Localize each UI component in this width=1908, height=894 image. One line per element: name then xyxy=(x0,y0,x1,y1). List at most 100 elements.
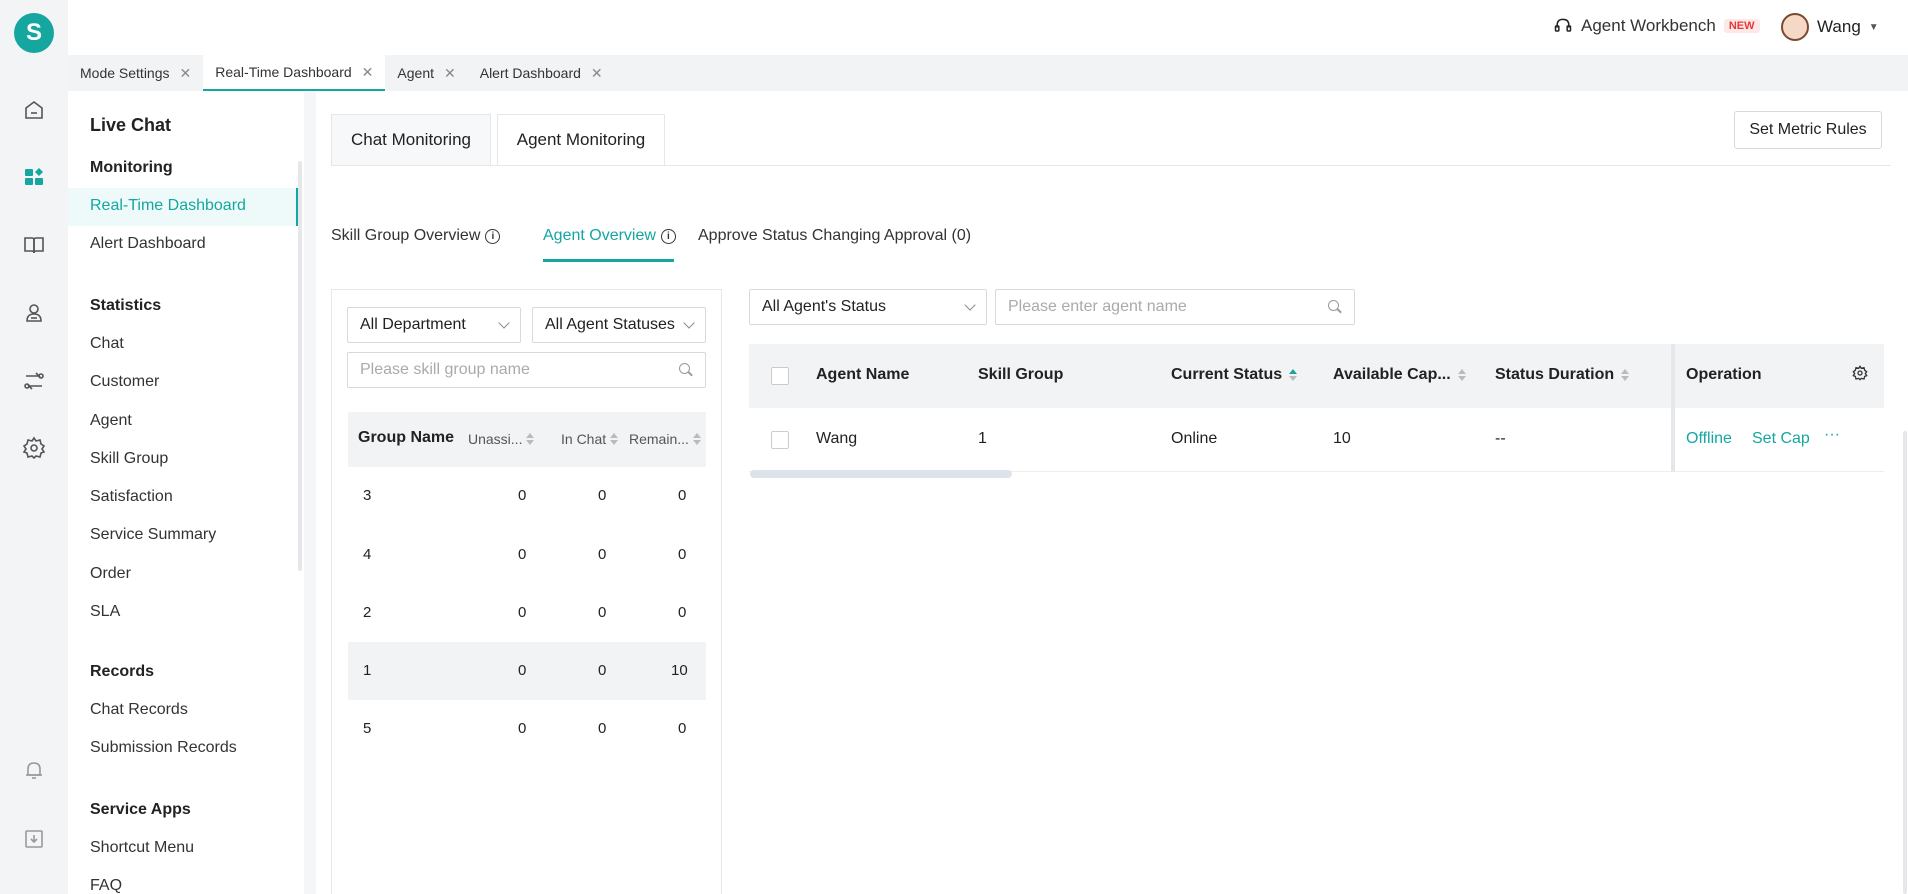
cell-unassigned: 0 xyxy=(518,487,527,504)
more-actions-icon[interactable]: ··· xyxy=(1824,426,1840,444)
sidebar-scrollbar[interactable] xyxy=(298,161,302,571)
chevron-down-icon xyxy=(498,317,510,329)
tab-real-time-dashboard[interactable]: Real-Time Dashboard ✕ xyxy=(203,55,386,91)
subtab-approve-status[interactable]: Approve Status Changing Approval (0) xyxy=(698,227,971,245)
cell-skill-group: 1 xyxy=(978,430,987,447)
table-row[interactable]: 1 0 0 10 xyxy=(348,642,706,700)
table-row[interactable]: 4 0 0 0 xyxy=(348,526,706,584)
subtab-agent-overview[interactable]: Agent Overview i xyxy=(543,227,676,245)
page-tabs: Mode Settings ✕ Real-Time Dashboard ✕ Ag… xyxy=(68,55,1908,91)
sidebar-item-sla[interactable]: SLA xyxy=(90,603,120,621)
sidebar-item-shortcut-menu[interactable]: Shortcut Menu xyxy=(90,839,194,857)
column-group-name: Group Name xyxy=(358,429,455,446)
cell-remaining: 0 xyxy=(678,487,687,504)
sort-icon[interactable] xyxy=(526,433,535,445)
sort-icon[interactable] xyxy=(1457,369,1466,381)
home-icon[interactable] xyxy=(20,96,48,124)
cell-remaining: 0 xyxy=(678,546,687,563)
cell-in-chat: 0 xyxy=(598,546,607,563)
table-row[interactable]: Wang 1 Online 10 -- Offline Set Cap ··· xyxy=(749,408,1884,472)
set-metric-rules-button[interactable]: Set Metric Rules xyxy=(1734,111,1882,149)
cell-group-name: 2 xyxy=(363,604,372,621)
sidebar-item-submission-records[interactable]: Submission Records xyxy=(90,739,237,757)
sidebar-item-agent[interactable]: Agent xyxy=(90,412,132,430)
close-icon[interactable]: ✕ xyxy=(591,65,603,82)
cell-group-name: 4 xyxy=(363,546,372,563)
search-icon[interactable] xyxy=(679,363,693,377)
vertical-scrollbar[interactable] xyxy=(1903,431,1907,894)
select-all-checkbox[interactable] xyxy=(771,367,789,385)
department-select[interactable]: All Department xyxy=(347,307,521,343)
bell-icon[interactable] xyxy=(20,756,48,784)
sidebar: Live Chat Monitoring Real-Time Dashboard… xyxy=(68,91,304,894)
close-icon[interactable]: ✕ xyxy=(362,64,374,81)
group-table-header: Group Name Unassi... In Chat Remain... xyxy=(348,412,706,467)
column-unassigned[interactable]: Unassi... xyxy=(468,431,535,447)
sidebar-item-skill-group[interactable]: Skill Group xyxy=(90,450,168,468)
column-current-status[interactable]: Current Status xyxy=(1171,366,1298,384)
sidebar-item-satisfaction[interactable]: Satisfaction xyxy=(90,488,173,506)
subtab-active-indicator xyxy=(543,259,674,262)
tab-mode-settings[interactable]: Mode Settings ✕ xyxy=(68,55,203,91)
tab-alert-dashboard[interactable]: Alert Dashboard ✕ xyxy=(468,55,615,91)
sidebar-item-chat-records[interactable]: Chat Records xyxy=(90,701,188,719)
column-agent-name: Agent Name xyxy=(816,366,910,383)
column-remaining[interactable]: Remain... xyxy=(629,431,701,447)
sort-icon[interactable] xyxy=(1621,369,1630,381)
app-logo[interactable]: S xyxy=(14,13,54,53)
cell-remaining: 0 xyxy=(678,604,687,621)
dashboard-icon[interactable] xyxy=(20,163,48,191)
column-available-capacity[interactable]: Available Cap... xyxy=(1333,366,1466,384)
info-icon[interactable]: i xyxy=(660,228,676,244)
tab-agent-monitoring[interactable]: Agent Monitoring xyxy=(497,114,665,166)
sidebar-item-order[interactable]: Order xyxy=(90,565,131,583)
sidebar-section-service-apps: Service Apps xyxy=(90,801,191,818)
user-menu[interactable]: Wang ▼ xyxy=(1781,13,1879,41)
sidebar-item-customer[interactable]: Customer xyxy=(90,373,159,391)
sort-icon[interactable] xyxy=(692,433,701,445)
agent-person-icon[interactable] xyxy=(20,299,48,327)
close-icon[interactable]: ✕ xyxy=(444,65,456,82)
main-panel: Chat Monitoring Agent Monitoring Set Met… xyxy=(316,91,1908,894)
skill-group-panel: All Department All Agent Statuses Please… xyxy=(331,289,722,894)
agent-workbench-link[interactable]: Agent Workbench NEW xyxy=(1553,16,1760,36)
agent-status-select[interactable]: All Agent's Status xyxy=(749,289,987,325)
sort-icon[interactable] xyxy=(1289,369,1298,381)
column-settings-icon[interactable] xyxy=(1852,365,1868,381)
sidebar-title: Live Chat xyxy=(90,115,172,135)
department-select-value: All Department xyxy=(360,316,466,333)
sidebar-section-statistics: Statistics xyxy=(90,297,162,314)
info-icon[interactable]: i xyxy=(485,228,501,244)
sidebar-item-real-time-dashboard[interactable]: Real-Time Dashboard xyxy=(90,197,246,215)
table-row[interactable]: 3 0 0 0 xyxy=(348,467,706,525)
column-status-duration[interactable]: Status Duration xyxy=(1495,366,1630,384)
set-cap-link[interactable]: Set Cap xyxy=(1752,430,1810,448)
row-checkbox[interactable] xyxy=(771,431,789,449)
sidebar-item-faq[interactable]: FAQ xyxy=(90,877,122,894)
agent-statuses-select[interactable]: All Agent Statuses xyxy=(532,307,706,343)
cell-unassigned: 0 xyxy=(518,546,527,563)
agent-name-search-input[interactable]: Please enter agent name xyxy=(995,289,1355,325)
cell-in-chat: 0 xyxy=(598,720,607,737)
routing-icon[interactable] xyxy=(20,367,48,395)
table-row[interactable]: 2 0 0 0 xyxy=(348,584,706,642)
search-icon[interactable] xyxy=(1328,300,1342,314)
table-row[interactable]: 5 0 0 0 xyxy=(348,700,706,758)
cell-remaining: 0 xyxy=(678,720,687,737)
close-icon[interactable]: ✕ xyxy=(180,65,192,82)
sort-icon[interactable] xyxy=(610,433,619,445)
sidebar-item-service-summary[interactable]: Service Summary xyxy=(90,526,216,544)
settings-gear-icon[interactable] xyxy=(20,434,48,462)
offline-link[interactable]: Offline xyxy=(1686,430,1732,448)
knowledge-book-icon[interactable] xyxy=(20,231,48,259)
skill-group-search-input[interactable]: Please skill group name xyxy=(347,352,706,388)
column-skill-group: Skill Group xyxy=(978,366,1064,383)
tab-chat-monitoring[interactable]: Chat Monitoring xyxy=(331,114,491,166)
sidebar-item-alert-dashboard[interactable]: Alert Dashboard xyxy=(90,235,206,253)
column-in-chat[interactable]: In Chat xyxy=(561,431,619,447)
subtab-skill-group-overview[interactable]: Skill Group Overview i xyxy=(331,227,501,245)
download-icon[interactable] xyxy=(20,825,48,853)
sidebar-item-chat[interactable]: Chat xyxy=(90,335,124,353)
tab-agent[interactable]: Agent ✕ xyxy=(385,55,467,91)
horizontal-scrollbar[interactable] xyxy=(750,470,1012,478)
